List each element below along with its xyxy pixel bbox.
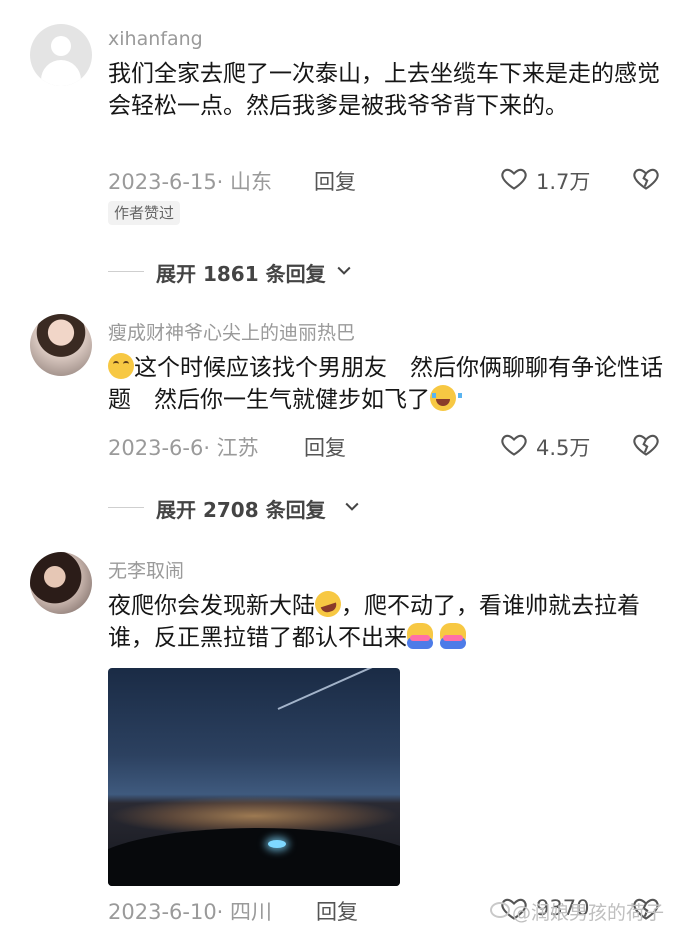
comment-meta: 2023-6-6· 江苏 回复 4.5万 [108, 430, 668, 460]
comment-text: 夜爬你会发现新大陆 ，爬不动了，看谁帅就去拉着谁，反正黑拉错了都认不出来 [108, 587, 648, 654]
heart-outline-icon[interactable] [500, 430, 528, 458]
comment-text-part1: 夜爬你会发现新大陆 [108, 593, 315, 619]
photo-mountain-silhouette [108, 828, 400, 886]
expand-replies-label: 展开 2708 条回复 [156, 498, 326, 522]
comment-text: 我们全家去爬了一次泰山，上去坐缆车下来是走的感觉会轻松一点。然后我爹是被我爷爷背… [108, 61, 660, 119]
avatar-body [41, 60, 81, 86]
reply-button[interactable]: 回复 [304, 432, 346, 462]
reply-button[interactable]: 回复 [316, 896, 358, 926]
avatar[interactable] [30, 552, 92, 614]
comment-date-location: 2023-6-6· 江苏 [108, 436, 259, 460]
like-count: 4.5万 [536, 436, 591, 460]
expand-divider [108, 507, 144, 508]
crying-emoji-icon [430, 385, 462, 411]
comment-text: 这个时候应该找个男朋友 然后你俩聊聊有争论性话题 然后你一生气就健步如飞了 [108, 352, 668, 416]
avatar[interactable] [30, 314, 92, 376]
night-city-photo[interactable] [108, 668, 400, 886]
comment-text-body: 这个时候应该找个男朋友 然后你俩聊聊有争论性话题 然后你一生气就健步如飞了 [108, 355, 663, 413]
hugging-emoji-icon [407, 623, 433, 649]
expand-replies-label: 展开 1861 条回复 [156, 262, 326, 286]
comment-1: xihanfang 我们全家去爬了一次泰山，上去坐缆车下来是走的感觉会轻松一点。… [0, 0, 690, 300]
weibo-logo-icon [490, 902, 510, 918]
avatar[interactable] [30, 24, 92, 86]
expand-replies[interactable]: 展开 1861 条回复 [108, 258, 368, 286]
hugging-emoji-icon [440, 623, 467, 649]
username[interactable]: xihanfang [108, 28, 203, 50]
comment-meta: 2023-6-15· 山东 回复 1.7万 [108, 164, 668, 194]
chevron-down-icon [345, 502, 359, 511]
comment-date-location: 2023-6-10· 四川 [108, 900, 273, 924]
watermark: @润娘男孩的荷子 [512, 902, 665, 924]
expand-divider [108, 271, 144, 272]
chevron-down-icon [337, 266, 351, 275]
comment-2: 瘦成财神爷心尖上的迪丽热巴 这个时候应该找个男朋友 然后你俩聊聊有争论性话题 然… [0, 300, 690, 540]
reply-button[interactable]: 回复 [314, 166, 356, 196]
broken-heart-icon[interactable] [632, 430, 660, 458]
comment-date-location: 2023-6-15· 山东 [108, 170, 273, 194]
heart-outline-icon[interactable] [500, 164, 528, 192]
author-liked-badge: 作者赞过 [108, 201, 181, 225]
like-count: 1.7万 [536, 170, 591, 194]
username[interactable]: 瘦成财神爷心尖上的迪丽热巴 [108, 318, 355, 345]
laughing-emoji-icon [311, 587, 345, 621]
photo-blue-light [268, 840, 286, 848]
smile-emoji-icon [108, 353, 134, 379]
username[interactable]: 无李取闹 [108, 556, 184, 583]
avatar-head [51, 36, 71, 56]
expand-replies[interactable]: 展开 2708 条回复 [108, 494, 378, 522]
broken-heart-icon[interactable] [632, 164, 660, 192]
photo-light-beam [277, 668, 400, 710]
